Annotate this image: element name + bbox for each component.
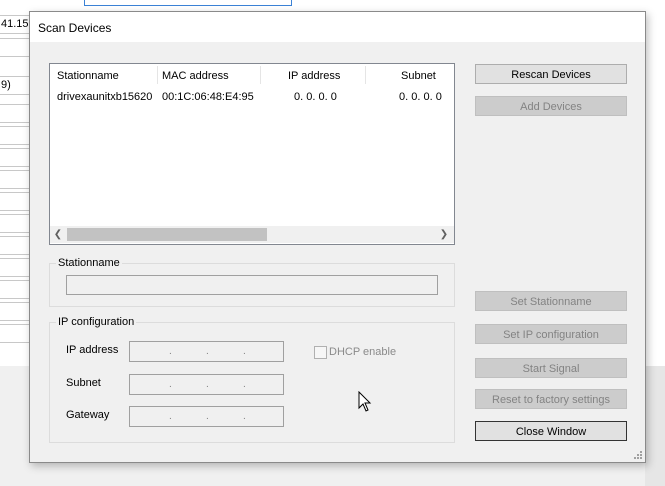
background-shade [645,366,665,486]
gateway-field[interactable]: ... [129,406,284,427]
cell-subnet: 0. 0. 0. 0 [399,91,442,103]
background-field-6 [0,148,32,167]
ip-configuration-group-label: IP configuration [56,316,137,328]
scrollbar-thumb[interactable] [67,228,267,241]
resize-grip-icon[interactable] [632,449,642,459]
background-field-3: 9) [0,76,32,95]
background-field-11 [0,258,32,277]
background-text-2: 9) [1,79,11,91]
chevron-right-icon[interactable]: ❯ [436,227,452,242]
background-field-12 [0,280,32,299]
column-header-subnet[interactable]: Subnet [401,70,436,82]
stationname-group: Stationname [49,257,455,307]
ip-address-label: IP address [66,344,119,356]
column-header-stationname[interactable]: Stationname [57,70,119,82]
background-field-5 [0,126,32,145]
background-field-10 [0,236,32,255]
background-field-14 [0,324,32,343]
table-row[interactable]: drivexaunitxb15620 00:1C:06:48:E4:95 0. … [50,88,454,106]
background-field-8 [0,192,32,211]
horizontal-scrollbar[interactable]: ❮ ❯ [50,226,454,243]
background-field-2 [0,38,32,57]
gateway-label: Gateway [66,409,110,421]
dhcp-enable-label: DHCP enable [329,346,397,358]
ip-address-field[interactable]: ... [129,341,284,362]
subnet-field[interactable]: ... [129,374,284,395]
cell-stationname: drivexaunitxb15620 [57,91,153,103]
background-text-1: 41.15 [1,18,29,30]
background-field-9 [0,214,32,233]
column-header-ip-address[interactable]: IP address [288,70,340,82]
subnet-label: Subnet [66,377,101,389]
background-field-4 [0,104,32,123]
background-field-1: 41.15 [0,15,32,34]
scan-devices-dialog: Scan Devices Stationname MAC address IP … [29,11,646,463]
background-field-7 [0,170,32,189]
device-list[interactable]: Stationname MAC address IP address Subne… [49,63,455,245]
column-header-mac-address[interactable]: MAC address [162,70,229,82]
column-divider[interactable] [157,66,158,84]
stationname-group-label: Stationname [56,257,122,269]
set-stationname-button[interactable]: Set Stationname [475,291,627,311]
mouse-pointer-icon [358,391,372,412]
dhcp-enable-checkbox[interactable] [314,346,327,359]
chevron-left-icon[interactable]: ❮ [50,227,66,242]
stationname-input[interactable] [66,275,438,295]
title-bar[interactable]: Scan Devices [30,12,645,42]
reset-factory-settings-button[interactable]: Reset to factory settings [475,389,627,409]
ip-configuration-group: IP configuration IP address ... Subnet .… [49,316,455,443]
background-field-13 [0,302,32,321]
cell-ip-address: 0. 0. 0. 0 [294,91,337,103]
close-window-button[interactable]: Close Window [475,421,627,441]
add-devices-button[interactable]: Add Devices [475,96,627,116]
start-signal-button[interactable]: Start Signal [475,358,627,378]
dialog-title: Scan Devices [38,21,112,35]
cell-mac-address: 00:1C:06:48:E4:95 [162,91,254,103]
device-list-header: Stationname MAC address IP address Subne… [50,64,454,86]
column-divider[interactable] [260,66,261,84]
column-divider[interactable] [365,66,366,84]
rescan-devices-button[interactable]: Rescan Devices [475,64,627,84]
set-ip-configuration-button[interactable]: Set IP configuration [475,324,627,344]
background-focused-field [84,0,292,6]
